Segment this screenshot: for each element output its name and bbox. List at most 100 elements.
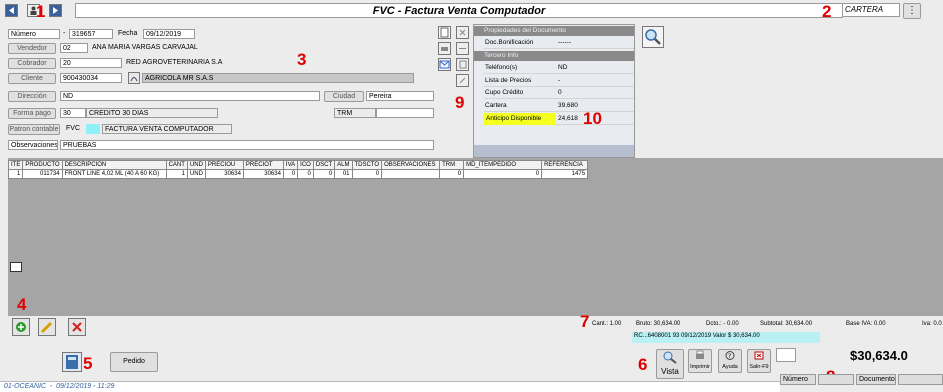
status-line: 01-OCEANIC - 09/12/2019 - 11:29 — [4, 383, 115, 390]
ayuda-button[interactable]: ? Ayuda — [718, 349, 742, 373]
col-header[interactable]: DSCT — [312, 160, 336, 170]
cell[interactable]: 1 — [7, 169, 24, 179]
col-header[interactable]: DESCRIPCION — [61, 160, 167, 170]
magnifier-icon — [663, 351, 677, 364]
forma-pago-name: CREDITO 30 DIAS — [86, 108, 218, 118]
observaciones-label: Observaciones — [8, 140, 58, 150]
numero-field-label: Número — [8, 29, 60, 39]
col-header[interactable]: OBSERVACIONES — [381, 160, 441, 170]
cell[interactable]: 30634 — [242, 169, 284, 179]
cliente-code-input[interactable]: 900430034 — [60, 73, 122, 83]
cliente-lookup-icon[interactable] — [128, 72, 140, 84]
grand-total: $30,634.0 — [850, 348, 908, 363]
cobrador-button[interactable]: Cobrador — [8, 58, 56, 69]
search-icon[interactable] — [642, 26, 664, 48]
calculator-icon[interactable] — [62, 352, 82, 372]
col-header[interactable]: ITE — [7, 160, 24, 170]
add-row-icon[interactable] — [12, 318, 30, 336]
forma-pago-button[interactable]: Forma pago — [8, 108, 56, 119]
property-value: ND — [558, 64, 568, 71]
col-header[interactable]: CANT — [165, 160, 188, 170]
delete-row-icon[interactable] — [68, 318, 86, 336]
cell[interactable]: 0 — [312, 169, 336, 179]
grid-selector-icon[interactable] — [10, 262, 22, 272]
pedido-button[interactable]: Pedido — [110, 352, 158, 372]
cell[interactable]: 0 — [351, 169, 383, 179]
col-header[interactable]: MD_ITEMPEDIDO — [463, 160, 543, 170]
direccion-button[interactable]: Dirección — [8, 91, 56, 102]
next-record-icon[interactable] — [49, 4, 62, 17]
edit-row-icon[interactable] — [38, 318, 56, 336]
property-row: Teléfono(s) ND — [484, 62, 634, 74]
vendedor-button[interactable]: Vendedor — [8, 43, 56, 54]
cell[interactable]: FRONT LINE 4,02 ML (40 A 60 KG) — [61, 169, 167, 179]
printer-small-icon[interactable] — [438, 42, 451, 55]
patron-color-box — [86, 124, 100, 134]
cell[interactable]: 01 — [334, 169, 353, 179]
patron-code-input[interactable]: FVC — [64, 124, 86, 134]
ciudad-input[interactable]: Pereira — [366, 91, 434, 101]
col-header[interactable]: IVA — [282, 160, 299, 170]
property-key: Anticipo Disponible — [484, 113, 556, 125]
properties-footer — [474, 145, 634, 157]
cell[interactable]: 1475 — [541, 169, 589, 179]
footer-numero-label: Número — [780, 374, 816, 385]
marker-6: 6 — [638, 355, 648, 374]
total-dcto: Dcto.: - 0.00 — [706, 321, 739, 327]
cell[interactable] — [381, 169, 441, 179]
more-options-button[interactable]: ⋮ — [903, 3, 921, 19]
col-header[interactable]: ICO — [297, 160, 314, 170]
close-doc-icon[interactable] — [456, 26, 469, 39]
cliente-button[interactable]: Cliente — [8, 73, 56, 84]
cell[interactable]: 0 — [297, 169, 314, 179]
arrow-icon[interactable] — [456, 42, 469, 55]
cell[interactable]: 0 — [463, 169, 543, 179]
table-row[interactable]: 1 011734 FRONT LINE 4,02 ML (40 A 60 KG)… — [7, 169, 589, 179]
marker-7: 7 — [580, 312, 590, 331]
trm-input[interactable] — [376, 108, 434, 118]
module-label: CARTERA — [842, 3, 900, 17]
cell[interactable]: 0 — [439, 169, 465, 179]
salir-button[interactable]: Salir-F9 — [747, 349, 771, 373]
attach-icon[interactable] — [456, 74, 469, 87]
marker-10: 10 — [583, 109, 602, 128]
cell[interactable]: 0 — [282, 169, 299, 179]
cell[interactable]: 30634 — [204, 169, 244, 179]
first-record-icon[interactable] — [5, 4, 18, 17]
col-header[interactable]: ALM — [334, 160, 353, 170]
col-header[interactable]: PRECIOT — [242, 160, 284, 170]
direccion-input[interactable]: ND — [60, 91, 320, 101]
marker-9: 9 — [455, 93, 465, 112]
forma-pago-code-input[interactable]: 30 — [60, 108, 86, 118]
col-header[interactable]: TRM — [439, 160, 465, 170]
cell[interactable]: UND — [186, 169, 206, 179]
email-icon[interactable] — [438, 58, 451, 71]
ciudad-button[interactable]: Ciudad — [324, 91, 364, 102]
col-header[interactable]: PRODUCTO — [22, 160, 63, 170]
property-key: Teléfono(s) — [485, 64, 518, 71]
observaciones-input[interactable]: PRUEBAS — [60, 140, 434, 150]
col-header[interactable]: REFERENCIA — [541, 160, 589, 170]
imprimir-button[interactable]: Imprimir — [688, 349, 712, 373]
status-bar — [0, 381, 780, 392]
col-header[interactable]: UND — [186, 160, 206, 170]
cell[interactable]: 1 — [165, 169, 188, 179]
vendedor-code-input[interactable]: 02 — [60, 43, 88, 53]
total-cant: Cant.: 1.00 — [592, 321, 622, 327]
cobrador-code-input[interactable]: 20 — [60, 58, 122, 68]
rc-line: RC...6408001 93 09/12/2019 Valor $ 30,63… — [632, 332, 820, 343]
col-header[interactable]: TDSCTO — [351, 160, 383, 170]
col-header[interactable]: PRECIOU — [204, 160, 244, 170]
vista-button[interactable]: Vista — [656, 349, 684, 379]
cliente-name: AGRICOLA MR S.A.S — [142, 73, 414, 83]
new-document-icon[interactable] — [438, 26, 451, 39]
copy-icon[interactable] — [456, 58, 469, 71]
cell[interactable]: 011734 — [22, 169, 63, 179]
marker-5: 5 — [83, 354, 93, 373]
numero-input[interactable]: 319657 — [69, 29, 113, 39]
marker-1: 1 — [36, 2, 46, 21]
total-bruto: Bruto: 30,634.00 — [636, 321, 681, 327]
items-grid-area — [8, 158, 943, 316]
patron-contable-button[interactable]: Patron contable — [8, 124, 60, 135]
fecha-input[interactable]: 09/12/2019 — [143, 29, 195, 39]
